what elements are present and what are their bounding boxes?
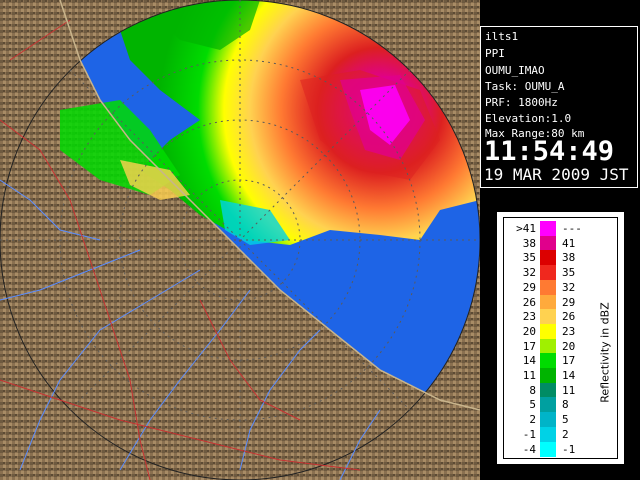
legend-low-value: 20 [522, 324, 536, 338]
task-name: Task: OUMU_A [485, 80, 565, 93]
legend-high-value: 11 [562, 383, 576, 397]
legend-high-value: -1 [562, 442, 576, 456]
legend-frame: >41 --- 38 41 35 38 32 35 29 32 26 29 23 26 20 23 17 20 14… [503, 217, 618, 459]
legend-high-value: --- [562, 222, 582, 235]
legend-low-value: 8 [529, 383, 536, 397]
legend-high-value: 23 [562, 324, 576, 338]
legend-low-value: 29 [522, 280, 536, 294]
legend-low-value: >41 [516, 222, 536, 235]
legend-color-swatch [540, 353, 556, 369]
legend-row: -1 2 [504, 426, 617, 442]
legend-low-value: 14 [522, 354, 536, 368]
elevation-value: Elevation:1.0 [485, 112, 572, 125]
radar-image [0, 0, 480, 480]
legend-high-value: 5 [562, 413, 569, 427]
legend-high-value: 26 [562, 310, 576, 324]
legend-color-swatch [540, 397, 556, 413]
legend-low-value: 35 [522, 251, 536, 265]
legend-high-value: 35 [562, 266, 576, 280]
station-name: ilts1 [485, 30, 519, 43]
legend-color-swatch [540, 250, 556, 266]
legend-low-value: 11 [522, 369, 536, 382]
legend-color-swatch [540, 338, 556, 354]
legend-color-swatch [540, 441, 556, 457]
legend-high-value: 17 [562, 354, 576, 368]
legend-high-value: 32 [562, 280, 576, 294]
legend-row: -4 -1 [504, 441, 617, 457]
legend-color-swatch [540, 309, 556, 325]
legend-color-swatch [540, 265, 556, 281]
legend-row: 38 41 [504, 235, 617, 251]
prf-value: PRF: 1800Hz [485, 96, 558, 109]
legend-low-value: 2 [529, 413, 536, 427]
legend-low-value: -4 [522, 442, 536, 456]
legend-row: 35 38 [504, 250, 617, 266]
legend-low-value: 38 [522, 236, 536, 250]
legend-low-value: 23 [522, 310, 536, 324]
legend-high-value: 2 [562, 427, 569, 441]
legend-color-swatch [540, 426, 556, 442]
legend-color-swatch [540, 294, 556, 310]
legend-color-swatch [540, 279, 556, 295]
legend-color-swatch [540, 382, 556, 398]
radar-ppi-display[interactable] [0, 0, 480, 480]
scan-time: 11:54:49 [484, 136, 615, 167]
legend-color-swatch [540, 412, 556, 428]
legend-high-value: 29 [562, 295, 576, 309]
radar-info-box: ilts1 PPI OUMU_IMAO Task: OUMU_A PRF: 18… [480, 26, 638, 188]
legend-low-value: -1 [522, 427, 536, 441]
legend-color-swatch [540, 221, 556, 236]
legend-color-swatch [540, 235, 556, 251]
legend-high-value: 8 [562, 398, 569, 412]
scan-date: 19 MAR 2009 JST [484, 165, 629, 184]
legend-low-value: 26 [522, 295, 536, 309]
reflectivity-legend: >41 --- 38 41 35 38 32 35 29 32 26 29 23 26 20 23 17 20 14… [497, 212, 624, 464]
scan-mode: PPI [485, 47, 505, 60]
legend-high-value: 41 [562, 236, 576, 250]
legend-color-swatch [540, 368, 556, 383]
legend-low-value: 5 [529, 398, 536, 412]
legend-title: Reflectivity in dBZ [597, 278, 612, 428]
legend-low-value: 32 [522, 266, 536, 280]
legend-low-value: 17 [522, 339, 536, 353]
legend-high-value: 20 [562, 339, 576, 353]
site-name: OUMU_IMAO [485, 64, 545, 77]
legend-high-value: 38 [562, 251, 576, 265]
legend-high-value: 14 [562, 369, 576, 382]
legend-color-swatch [540, 323, 556, 339]
legend-row: >41 --- [504, 221, 617, 236]
legend-title-text: Reflectivity in dBZ [598, 302, 612, 403]
